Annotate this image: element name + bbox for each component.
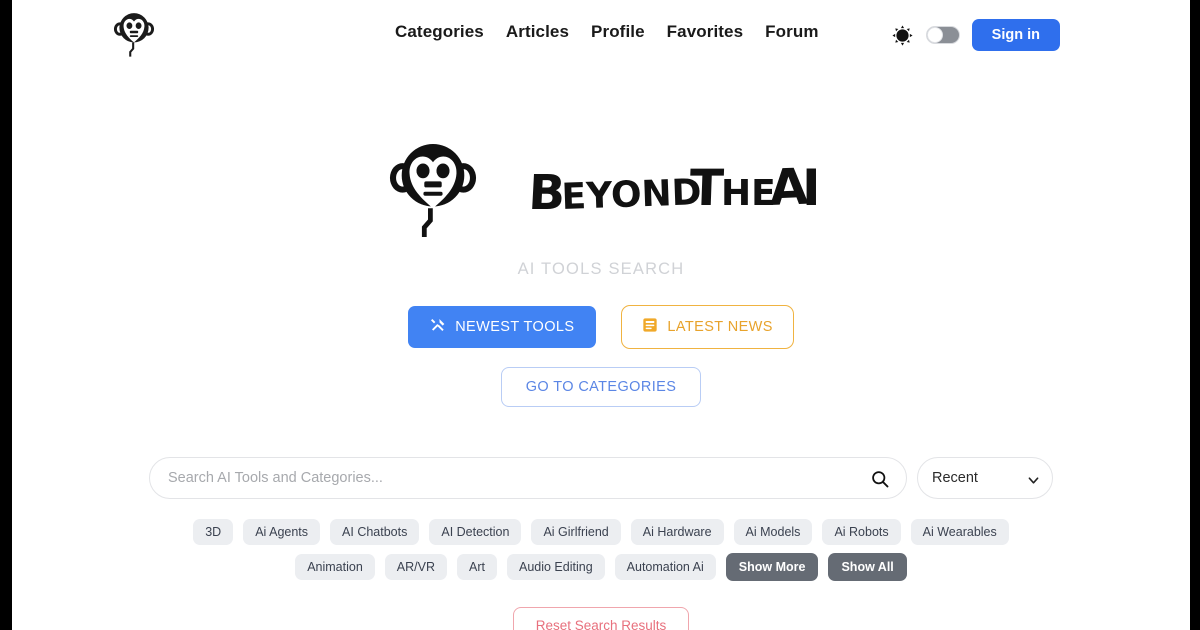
go-to-categories-button[interactable]: GO TO CATEGORIES: [500, 367, 702, 407]
main-nav: Categories Articles Profile Favorites Fo…: [395, 22, 819, 42]
tools-icon: [430, 317, 446, 337]
dark-mode-icon[interactable]: [892, 24, 914, 46]
signin-button[interactable]: Sign in: [971, 19, 1060, 51]
nav-item-forum[interactable]: Forum: [765, 22, 818, 42]
search-icon[interactable]: [870, 469, 890, 489]
show-more-button[interactable]: Show More: [725, 553, 819, 581]
tag-ai-chatbots[interactable]: AI Chatbots: [330, 519, 420, 545]
tag-ai-agents[interactable]: Ai Agents: [243, 519, 321, 545]
search-glyph: [872, 471, 889, 488]
hero-cta-secondary: GO TO CATEGORIES: [500, 349, 702, 407]
tag-ai-wearables[interactable]: Ai Wearables: [910, 519, 1009, 545]
svg-text:EYOND: EYOND: [560, 172, 701, 218]
tag-automation-ai[interactable]: Automation Ai: [614, 554, 716, 580]
reset-row: Reset Search Results: [512, 607, 690, 630]
latest-news-label: LATEST NEWS: [667, 319, 773, 335]
nav-item-favorites[interactable]: Favorites: [667, 22, 744, 42]
hero-wordmark: B EYOND T HE A I: [531, 142, 816, 232]
tag-ai-robots[interactable]: Ai Robots: [822, 519, 901, 545]
monkey-head-logo-icon-large: [389, 143, 476, 237]
tag-3d[interactable]: 3D: [193, 519, 234, 545]
sort-select-wrap: Recent: [917, 457, 1053, 499]
svg-text:HE: HE: [721, 173, 776, 214]
search-input[interactable]: [150, 470, 906, 486]
search-field[interactable]: [149, 457, 907, 499]
svg-text:I: I: [802, 159, 816, 217]
theme-toggle[interactable]: [925, 26, 960, 44]
header-actions: Sign in: [892, 19, 1060, 51]
search-row: Recent: [149, 457, 1053, 499]
nav-item-profile[interactable]: Profile: [591, 22, 645, 42]
tag-ar-vr[interactable]: AR/VR: [384, 554, 447, 580]
hero-tagline: AI TOOLS SEARCH: [517, 260, 685, 278]
letterbox-left: [0, 0, 12, 630]
letterbox-right: [1190, 0, 1200, 630]
article-glyph: [643, 318, 658, 332]
tag-ai-girlfriend[interactable]: Ai Girlfriend: [531, 519, 621, 545]
page-root: Categories Articles Profile Favorites Fo…: [12, 0, 1190, 630]
tag-ai-hardware[interactable]: Ai Hardware: [630, 519, 724, 545]
brand-row: B EYOND T HE A I: [387, 136, 816, 238]
beyond-the-ai-wordmark: B EYOND T HE A I: [531, 158, 816, 221]
monkey-head-logo-icon: [113, 13, 155, 57]
site-header: Categories Articles Profile Favorites Fo…: [12, 0, 1190, 66]
tag-art[interactable]: Art: [457, 554, 497, 580]
tag-audio-editing[interactable]: Audio Editing: [506, 554, 605, 580]
newest-tools-label: NEWEST TOOLS: [455, 319, 575, 335]
sort-select[interactable]: Recent: [917, 457, 1053, 499]
tag-ai-models[interactable]: Ai Models: [733, 519, 813, 545]
category-tag-list: 3D Ai Agents AI Chatbots AI Detection Ai…: [161, 519, 1041, 581]
hero-logo[interactable]: [387, 137, 479, 237]
article-icon: [642, 317, 658, 337]
theme-toggle-knob: [926, 27, 943, 43]
newest-tools-button[interactable]: NEWEST TOOLS: [408, 306, 597, 348]
svg-text:B: B: [531, 165, 566, 221]
latest-news-button[interactable]: LATEST NEWS: [621, 305, 794, 349]
tag-ai-detection[interactable]: AI Detection: [429, 519, 522, 545]
reset-search-results-button[interactable]: Reset Search Results: [512, 607, 690, 630]
tag-animation[interactable]: Animation: [295, 554, 375, 580]
show-all-button[interactable]: Show All: [828, 553, 907, 581]
dark-mode-glyph: [892, 24, 913, 46]
header-logo[interactable]: [112, 8, 156, 58]
tools-glyph: [431, 319, 445, 331]
svg-text:T: T: [688, 159, 724, 217]
hero-cta-row: NEWEST TOOLS LATEST NEWS: [408, 305, 794, 349]
hero-section: B EYOND T HE A I AI TOOLS SEARCH NEWEST …: [12, 136, 1190, 630]
nav-item-articles[interactable]: Articles: [506, 22, 569, 42]
nav-item-categories[interactable]: Categories: [395, 22, 484, 42]
